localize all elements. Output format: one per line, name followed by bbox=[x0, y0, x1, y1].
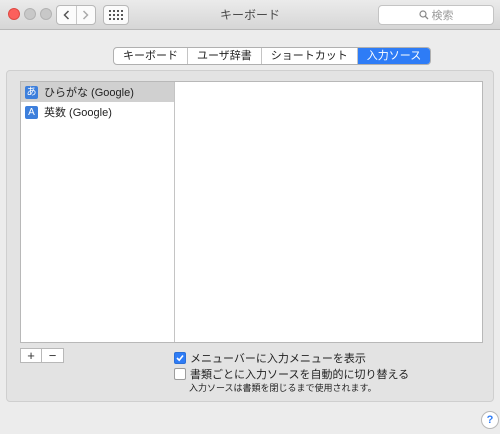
forward-button[interactable] bbox=[75, 6, 96, 24]
search-icon bbox=[418, 10, 428, 20]
input-source-item-alphanumeric[interactable]: A 英数 (Google) bbox=[21, 102, 174, 122]
input-source-detail-pane bbox=[176, 82, 482, 342]
navigation-buttons bbox=[56, 5, 96, 25]
auto-switch-option[interactable]: 書類ごとに入力ソースを自動的に切り替える bbox=[174, 366, 409, 382]
chevron-right-icon bbox=[83, 10, 89, 20]
remove-button[interactable]: − bbox=[42, 348, 64, 363]
chevron-left-icon bbox=[63, 10, 69, 20]
tab-input-sources[interactable]: 入力ソース bbox=[356, 48, 431, 64]
input-source-list[interactable]: あ ひらがな (Google) A 英数 (Google) bbox=[21, 82, 175, 342]
zoom-button[interactable] bbox=[40, 8, 52, 20]
close-button[interactable] bbox=[8, 8, 20, 20]
tab-shortcuts[interactable]: ショートカット bbox=[260, 48, 357, 64]
search-input[interactable]: 検索 bbox=[378, 5, 494, 25]
auto-switch-label: 書類ごとに入力ソースを自動的に切り替える bbox=[190, 369, 410, 381]
tab-bar: キーボード ユーザ辞書 ショートカット 入力ソース bbox=[113, 47, 432, 65]
grid-icon bbox=[109, 10, 123, 20]
show-input-menu-checkbox[interactable] bbox=[174, 352, 186, 364]
search-placeholder: 検索 bbox=[431, 10, 454, 22]
checkmark-icon bbox=[176, 354, 184, 362]
show-input-menu-label: メニューバーに入力メニューを表示 bbox=[190, 353, 366, 365]
input-sources-box: あ ひらがな (Google) A 英数 (Google) bbox=[20, 81, 483, 343]
tab-keyboard[interactable]: キーボード bbox=[114, 48, 187, 64]
auto-switch-checkbox[interactable] bbox=[174, 368, 186, 380]
input-source-item-hiragana[interactable]: あ ひらがな (Google) bbox=[21, 82, 174, 102]
hiragana-icon: あ bbox=[25, 85, 38, 99]
window-title: キーボード bbox=[219, 8, 280, 22]
alphanumeric-icon: A bbox=[25, 105, 38, 119]
show-all-button[interactable] bbox=[103, 5, 129, 25]
title-bar: キーボード 検索 bbox=[0, 0, 500, 30]
back-button[interactable] bbox=[57, 6, 76, 24]
minimize-button[interactable] bbox=[24, 8, 36, 20]
help-button[interactable]: ? bbox=[481, 411, 499, 429]
add-button[interactable]: + bbox=[20, 348, 42, 363]
list-controls: + − bbox=[20, 348, 64, 363]
tab-user-dictionary[interactable]: ユーザ辞書 bbox=[187, 48, 261, 64]
input-source-label: ひらがな (Google) bbox=[44, 87, 134, 99]
input-source-label: 英数 (Google) bbox=[44, 107, 112, 119]
show-input-menu-option[interactable]: メニューバーに入力メニューを表示 bbox=[174, 350, 366, 366]
auto-switch-note: 入力ソースは書類を閉じるまで使用されます。 bbox=[189, 383, 377, 393]
